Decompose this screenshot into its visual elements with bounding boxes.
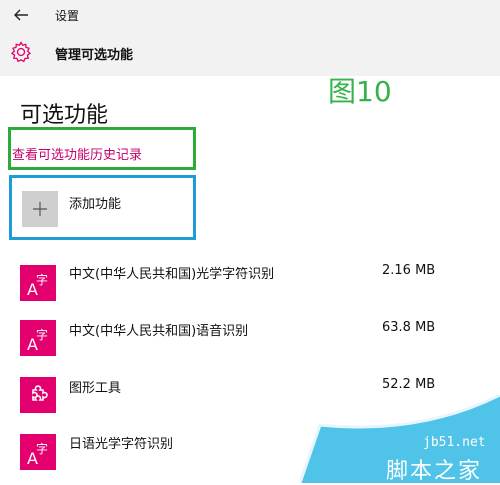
watermark-name: 脚本之家 (386, 459, 483, 484)
svg-text:字: 字 (36, 441, 48, 456)
add-feature-label[interactable]: 添加功能 (69, 193, 121, 212)
feature-item-size: 52.2 MB (382, 377, 436, 392)
feature-item-name[interactable]: 日语光学字符识别 (69, 433, 173, 452)
feature-item-size: 2.16 MB (382, 263, 436, 278)
feature-item-size: 63.8 MB (382, 320, 436, 335)
language-icon: A 字 (20, 265, 56, 301)
history-link[interactable]: 查看可选功能历史记录 (12, 144, 142, 163)
gear-icon (10, 41, 32, 63)
page-title: 管理可选功能 (55, 48, 134, 63)
add-feature-button[interactable] (22, 191, 58, 227)
feature-item-name[interactable]: 中文(中华人民共和国)光学字符识别 (69, 263, 274, 282)
puzzle-icon (20, 377, 56, 413)
watermark-url: jb51.net (423, 435, 486, 450)
svg-text:字: 字 (36, 272, 48, 287)
figure-label: 图10 (328, 75, 392, 108)
feature-item-name[interactable]: 图形工具 (69, 377, 121, 396)
title-bar: 设置 管理可选功能 (0, 0, 500, 76)
plus-icon (33, 202, 47, 216)
back-arrow-icon[interactable] (12, 7, 30, 23)
window-title: 设置 (55, 9, 80, 23)
language-icon: A 字 (20, 434, 56, 470)
language-icon: A 字 (20, 320, 56, 356)
svg-text:字: 字 (36, 327, 48, 342)
feature-item-name[interactable]: 中文(中华人民共和国)语音识别 (69, 320, 248, 339)
section-title: 可选功能 (20, 103, 109, 128)
